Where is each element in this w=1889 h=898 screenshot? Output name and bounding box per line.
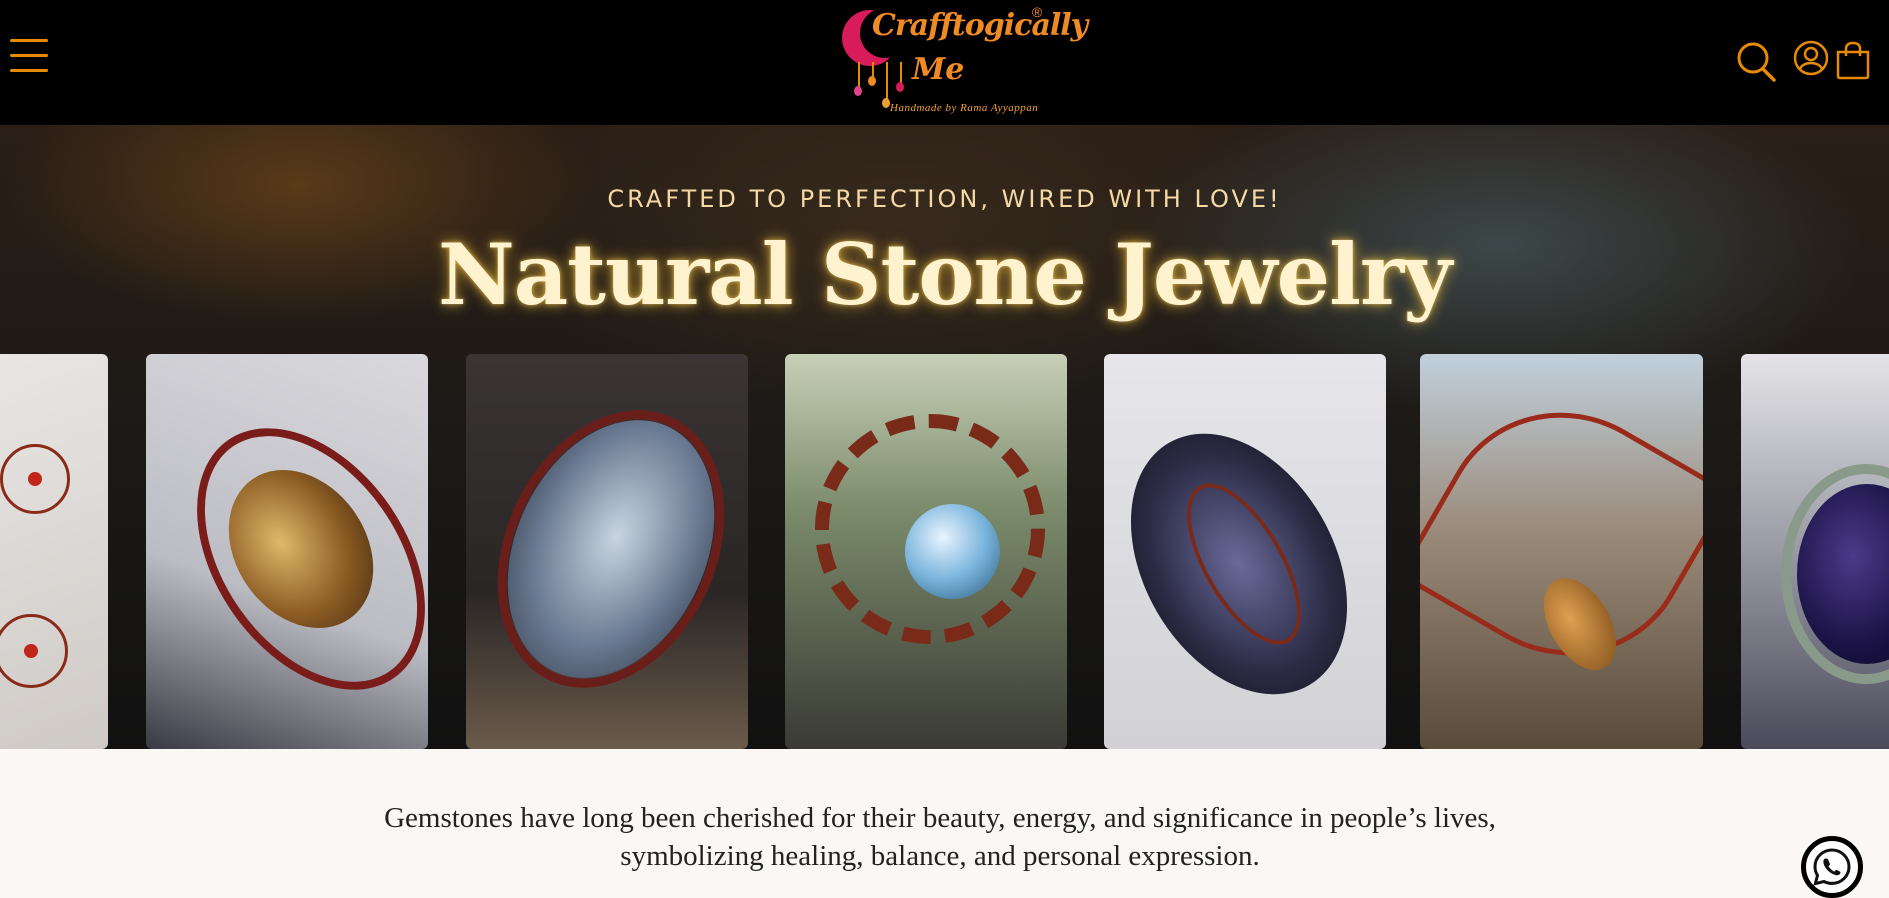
intro-paragraph: Gemstones have long been cherished for t… <box>384 802 1496 872</box>
labradorite-stone <box>905 504 1000 599</box>
logo-wordmark-me: Me <box>912 52 965 87</box>
brand-logo[interactable]: Crafftogically Me ® Handmade by Rama Ayy… <box>828 4 1088 122</box>
logo-charm <box>900 62 902 84</box>
registered-mark: ® <box>1032 4 1043 20</box>
red-bead <box>24 644 38 658</box>
intro-section: Gemstones have long been cherished for t… <box>0 749 1889 898</box>
logo-bead <box>868 76 876 86</box>
menu-bar <box>10 54 48 57</box>
site-header: Crafftogically Me ® Handmade by Rama Ayy… <box>0 0 1889 125</box>
copper-wire <box>466 373 748 725</box>
product-image-earrings[interactable] <box>0 354 108 749</box>
product-image-leaf-tree-pendant[interactable] <box>466 354 748 749</box>
logo-charm <box>886 62 888 100</box>
product-image-strip <box>0 354 1889 749</box>
red-bead <box>28 472 42 486</box>
hero-eyebrow: CRAFTED TO PERFECTION, WIRED WITH LOVE! <box>607 185 1282 213</box>
product-image-blue-stone-pendant[interactable] <box>1741 354 1889 749</box>
product-image-druzy-pendant[interactable] <box>1104 354 1386 749</box>
logo-tagline: Handmade by Rama Ayyappan <box>890 102 1039 114</box>
cart-icon[interactable] <box>1834 40 1872 80</box>
hero-banner: CRAFTED TO PERFECTION, WIRED WITH LOVE! … <box>0 125 1889 749</box>
hero-title: Natural Stone Jewelry <box>437 225 1452 324</box>
logo-bead <box>854 86 862 96</box>
copper-wire <box>150 385 428 733</box>
product-image-tiger-eye-pendant[interactable] <box>146 354 428 749</box>
logo-bead <box>896 82 904 92</box>
whatsapp-icon <box>1813 848 1851 886</box>
product-image-sun-pendant[interactable] <box>785 354 1067 749</box>
menu-bar <box>10 69 48 72</box>
search-icon[interactable] <box>1736 40 1776 82</box>
logo-bead <box>882 98 890 108</box>
account-icon[interactable] <box>1793 40 1829 76</box>
menu-bar <box>10 39 48 42</box>
logo-wordmark: Crafftogically <box>872 8 1088 43</box>
whatsapp-chat-button[interactable] <box>1801 836 1863 898</box>
logo-charm <box>858 62 860 88</box>
hamburger-menu-icon[interactable] <box>10 36 50 76</box>
product-image-copper-leaf-pendant[interactable] <box>1420 354 1703 749</box>
